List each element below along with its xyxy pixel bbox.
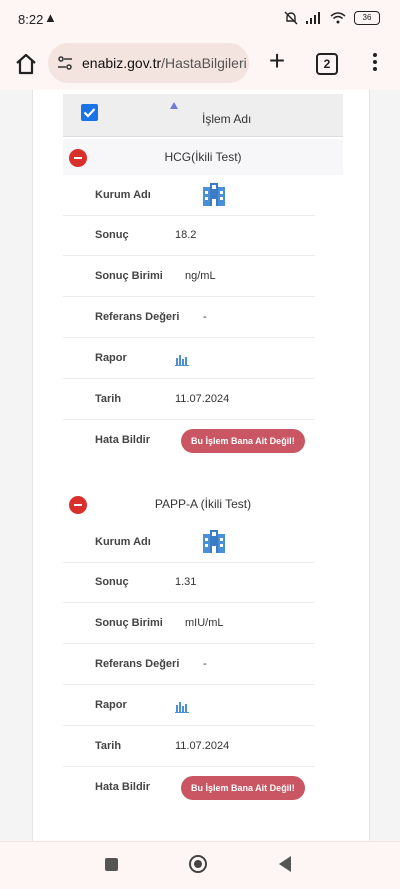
report-chart-icon[interactable] bbox=[175, 699, 189, 713]
reference-value: - bbox=[203, 658, 207, 670]
detail-row-institution: Kurum Adı bbox=[63, 175, 315, 216]
report-chart-icon[interactable] bbox=[175, 352, 189, 366]
detail-row-date: Tarih 11.07.2024 bbox=[63, 379, 315, 420]
detail-label: Referans Değeri bbox=[95, 311, 180, 323]
detail-label: Rapor bbox=[95, 352, 127, 364]
detail-row-reference: Referans Değeri - bbox=[63, 297, 315, 338]
not-mine-button[interactable]: Bu İşlem Bana Ait Değil! bbox=[181, 776, 305, 800]
battery-indicator: 36 bbox=[354, 11, 380, 25]
detail-row-reference: Referans Değeri - bbox=[63, 644, 315, 685]
overflow-menu-icon[interactable] bbox=[368, 50, 382, 78]
detail-row-report-error: Hata Bildir Bu İşlem Bana Ait Değil! bbox=[63, 767, 315, 807]
url-text[interactable]: enabiz.gov.tr/HastaBilgileri bbox=[82, 55, 247, 71]
detail-label: Sonuç Birimi bbox=[95, 270, 163, 282]
detail-label: Tarih bbox=[95, 393, 122, 405]
home-icon[interactable] bbox=[12, 50, 40, 78]
record-title: PAPP-A (İkili Test) bbox=[154, 497, 252, 511]
result-value: 18.2 bbox=[175, 229, 197, 241]
status-time: 8:22 bbox=[18, 12, 44, 27]
unit-value: mIU/mL bbox=[185, 617, 224, 629]
record-title-row: PAPP-A (İkili Test) bbox=[63, 486, 343, 522]
table-header: İşlem Adı bbox=[63, 94, 343, 137]
hospital-building-icon[interactable] bbox=[201, 528, 227, 554]
record-title-row: HCG(İkili Test) bbox=[63, 139, 343, 175]
detail-row-unit: Sonuç Birimi mIU/mL bbox=[63, 603, 315, 644]
detail-label: Sonuç bbox=[95, 576, 129, 588]
detail-label: Rapor bbox=[95, 699, 127, 711]
back-triangle-icon[interactable] bbox=[279, 856, 291, 872]
detail-row-report: Rapor bbox=[63, 685, 315, 726]
detail-label: Referans Değeri bbox=[95, 658, 180, 670]
date-value: 11.07.2024 bbox=[175, 393, 230, 405]
site-settings-icon[interactable] bbox=[57, 55, 73, 71]
detail-label: Sonuç bbox=[95, 229, 129, 241]
sort-ascending-icon[interactable] bbox=[170, 102, 178, 109]
detail-row-result: Sonuç 1.31 bbox=[63, 562, 315, 603]
detail-row-unit: Sonuç Birimi ng/mL bbox=[63, 256, 315, 297]
system-nav-bar bbox=[0, 841, 400, 889]
signal-icon bbox=[306, 12, 320, 24]
incognito-person-icon: ▲ bbox=[44, 10, 57, 25]
url-host: enabiz.gov.tr bbox=[82, 55, 162, 71]
detail-row-report-error: Hata Bildir Bu İşlem Bana Ait Değil! bbox=[63, 420, 315, 460]
url-bar[interactable]: enabiz.gov.tr/HastaBilgileri bbox=[48, 43, 249, 83]
hospital-building-icon[interactable] bbox=[201, 181, 227, 207]
mute-bell-icon bbox=[284, 11, 298, 25]
detail-label: Hata Bildir bbox=[95, 434, 151, 446]
record-title: HCG(İkili Test) bbox=[164, 150, 242, 164]
not-mine-button[interactable]: Bu İşlem Bana Ait Değil! bbox=[181, 429, 305, 453]
result-value: 1.31 bbox=[175, 576, 197, 588]
detail-label: Sonuç Birimi bbox=[95, 617, 163, 629]
new-tab-plus-icon[interactable]: + bbox=[263, 47, 291, 76]
detail-label: Tarih bbox=[95, 740, 122, 752]
detail-row-date: Tarih 11.07.2024 bbox=[63, 726, 315, 767]
tab-switcher-button[interactable]: 2 bbox=[316, 53, 338, 75]
select-all-checkbox[interactable] bbox=[81, 104, 98, 121]
page-content: İşlem Adı HCG(İkili Test) Kurum Adı Sonu… bbox=[0, 90, 400, 841]
wifi-icon bbox=[330, 12, 346, 24]
detail-row-result: Sonuç 18.2 bbox=[63, 215, 315, 256]
detail-label: Kurum Adı bbox=[95, 189, 151, 201]
status-bar: 8:22 ▲ 36 bbox=[0, 0, 400, 38]
detail-row-institution: Kurum Adı bbox=[63, 522, 315, 563]
reference-value: - bbox=[203, 311, 207, 323]
detail-label: Kurum Adı bbox=[95, 536, 151, 548]
date-value: 11.07.2024 bbox=[175, 740, 230, 752]
column-header-islem-adi[interactable]: İşlem Adı bbox=[202, 112, 251, 126]
unit-value: ng/mL bbox=[185, 270, 216, 282]
recent-apps-icon[interactable] bbox=[105, 858, 118, 871]
url-path: /HastaBilgileri bbox=[161, 55, 247, 71]
browser-toolbar: enabiz.gov.tr/HastaBilgileri + 2 bbox=[0, 38, 400, 90]
home-circle-icon[interactable] bbox=[189, 855, 207, 873]
detail-label: Hata Bildir bbox=[95, 781, 151, 793]
detail-row-report: Rapor bbox=[63, 338, 315, 379]
